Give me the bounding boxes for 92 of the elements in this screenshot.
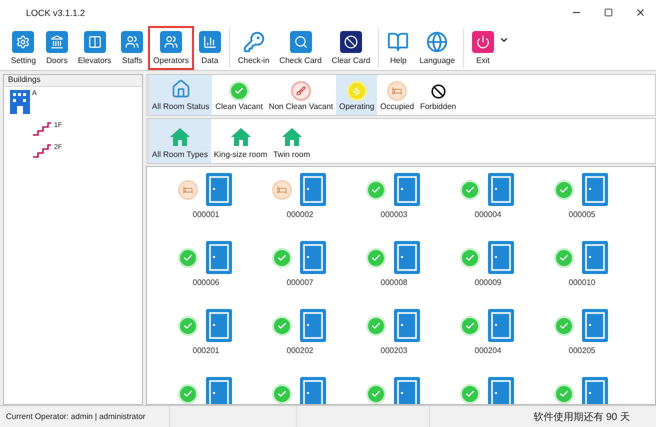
door-icon[interactable] [394,241,420,274]
door-icon[interactable] [300,173,326,206]
door-icon[interactable] [488,309,514,342]
door-icon[interactable] [488,377,514,404]
door-icon[interactable] [206,241,232,274]
door-icon[interactable] [206,377,232,404]
toolbar-button[interactable]: Doors [40,26,73,70]
door-icon[interactable] [394,309,420,342]
door-icon[interactable] [488,241,514,274]
check-icon [274,386,290,402]
room-number: 000007 [286,278,314,287]
toolbar-button[interactable]: Language [414,26,460,70]
room-number: 000205 [568,346,596,355]
house-icon [280,127,303,147]
check-icon [274,250,290,266]
close-icon[interactable] [634,7,646,18]
room-number: 000202 [286,346,314,355]
door-icon[interactable] [300,241,326,274]
toolbar-button[interactable]: Help [382,26,414,70]
door-icon[interactable] [582,309,608,342]
stairs-icon [32,144,52,158]
room-number: 000204 [474,346,502,355]
door-icon[interactable] [582,173,608,206]
window-title: LOCK v3.1.1.2 [26,8,86,18]
room-type-filter[interactable]: All Room Types [149,119,211,163]
check-icon [462,318,478,334]
building-icon [10,90,30,114]
maximize-icon[interactable] [604,8,612,17]
bed-icon [180,182,196,198]
toolbar-button[interactable]: Data [194,26,226,70]
toolbar-button[interactable]: Setting [6,26,41,70]
room-number: 000001 [192,210,220,219]
license-text: 软件使用期还有 90 天 [533,410,630,424]
check-icon [368,318,384,334]
toolbar-button[interactable]: Check Card [274,26,327,70]
check-icon [180,318,196,334]
house-icon [168,127,191,147]
door-icon[interactable] [206,309,232,342]
check-icon [462,182,478,198]
room-number: 000010 [568,278,596,287]
door-icon[interactable] [394,173,420,206]
bolt-icon [348,83,365,99]
check-icon [180,386,196,402]
bed-icon [389,83,406,99]
door-icon[interactable] [488,173,514,206]
status-filter[interactable]: All Room Status [149,75,212,115]
door-icon[interactable] [206,173,232,206]
room-number: 000002 [286,210,314,219]
check-icon [274,318,290,334]
check-icon [368,182,384,198]
door-icon[interactable] [300,377,326,404]
key-icon [242,30,265,52]
house-icon [230,127,252,147]
check-icon [556,318,572,334]
check-icon [231,83,248,99]
check-icon [180,250,196,266]
brush-icon [292,83,309,99]
room-number: 000009 [474,278,502,287]
room-number: 000006 [192,278,220,287]
check-icon [462,386,478,402]
door-icon[interactable] [300,309,326,342]
book-icon [387,30,410,52]
room-number: 000003 [380,210,408,219]
door-icon[interactable] [582,241,608,274]
room-number: 000005 [568,210,596,219]
room-number: 000004 [474,210,502,219]
check-icon [556,386,572,402]
toolbar-button[interactable]: Check-in [232,26,274,70]
room-number: 000008 [380,278,408,287]
check-icon [462,250,478,266]
toolbar-button[interactable]: Exit [466,26,499,70]
room-number: 000203 [380,346,408,355]
toolbar-button[interactable]: Operators [148,26,194,70]
check-icon [556,182,572,198]
toolbar-button[interactable]: Clear Card [326,26,376,70]
toolbar-button[interactable]: Staffs [116,26,148,70]
panel-title: Buildings [4,75,142,87]
room-number: 000201 [192,346,220,355]
status-filter[interactable]: Operating [336,75,378,115]
setting-icon [12,30,34,52]
check-icon [556,250,572,266]
forbidden-icon [430,83,446,99]
status-text: Current Operator: admin | administrator [6,412,146,421]
toolbar-button[interactable]: Elevators [72,26,116,70]
door-icon[interactable] [394,377,420,404]
check-icon [368,250,384,266]
globe-icon [426,30,448,52]
door-icon[interactable] [582,377,608,404]
check-icon [368,386,384,402]
house-icon [170,79,191,99]
bed-icon [274,182,290,198]
stairs-icon [32,122,52,136]
